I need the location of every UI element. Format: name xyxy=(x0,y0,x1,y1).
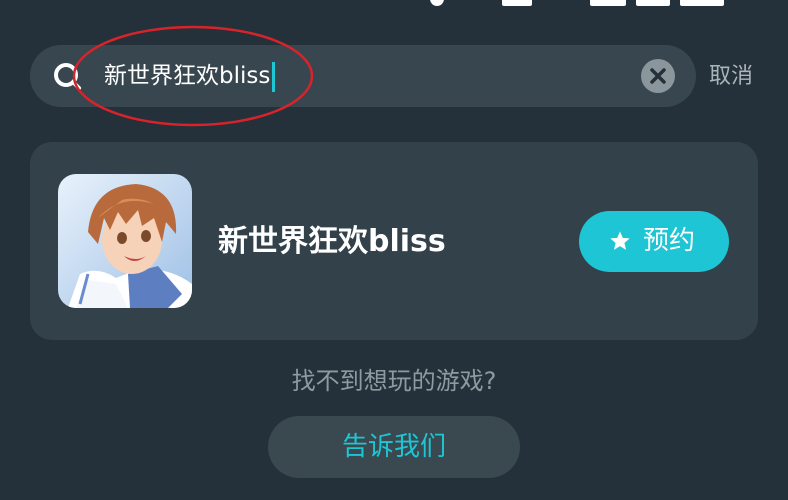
signal-icon xyxy=(636,0,670,6)
status-icon xyxy=(430,0,444,6)
status-bar xyxy=(0,0,788,10)
game-result-card[interactable]: 新世界狂欢bliss 预约 xyxy=(30,142,758,340)
game-cover-image xyxy=(58,174,192,308)
text-cursor xyxy=(272,61,276,92)
tell-us-button[interactable]: 告诉我们 xyxy=(268,416,520,478)
reserve-button[interactable]: 预约 xyxy=(579,211,729,272)
cancel-button[interactable]: 取消 xyxy=(709,60,753,94)
battery-icon xyxy=(680,0,724,6)
reserve-label: 预约 xyxy=(643,226,696,256)
tell-us-label: 告诉我们 xyxy=(341,432,446,462)
clear-button[interactable] xyxy=(641,59,675,93)
signal-icon xyxy=(590,0,626,6)
search-icon xyxy=(54,63,81,90)
game-title[interactable]: 新世界狂欢bliss xyxy=(218,222,446,262)
game-icon[interactable] xyxy=(58,174,192,308)
search-input[interactable]: 新世界狂欢bliss xyxy=(104,59,624,93)
not-found-hint: 找不到想玩的游戏? xyxy=(291,367,497,395)
search-query: 新世界狂欢bliss xyxy=(104,63,271,89)
clear-icon xyxy=(650,68,666,84)
star-icon xyxy=(610,231,630,250)
status-icon xyxy=(502,0,532,6)
search-bar[interactable]: 新世界狂欢bliss xyxy=(30,45,696,107)
